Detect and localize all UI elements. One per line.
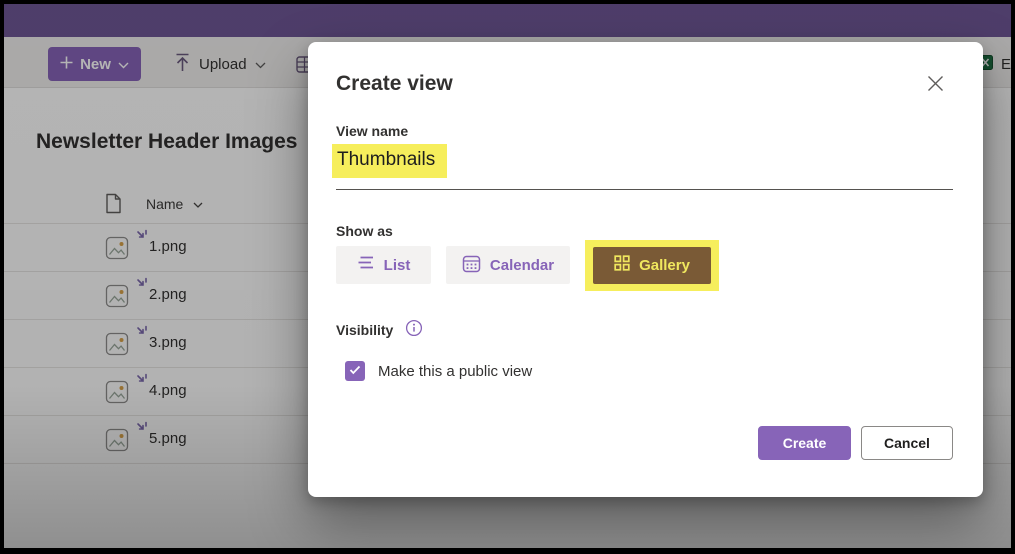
visibility-label: Visibility <box>336 319 423 340</box>
view-name-value: Thumbnails <box>332 144 447 178</box>
show-as-list-button[interactable]: List <box>336 246 431 284</box>
gallery-highlight: Gallery <box>585 240 719 291</box>
create-view-dialog: Create view View name Thumbnails Show as… <box>308 42 983 497</box>
create-button[interactable]: Create <box>758 426 851 460</box>
close-button[interactable] <box>921 71 949 99</box>
calendar-icon <box>462 254 481 277</box>
public-view-checkbox-label: Make this a public view <box>378 363 532 380</box>
show-as-calendar-button[interactable]: Calendar <box>446 246 570 284</box>
dialog-actions: Create Cancel <box>758 426 953 460</box>
show-as-options: List Calendar Gallery <box>336 246 719 284</box>
show-as-gallery-button[interactable]: Gallery <box>593 247 711 284</box>
visibility-info-button[interactable] <box>405 319 423 340</box>
gallery-icon <box>614 255 630 275</box>
view-name-input[interactable]: Thumbnails <box>336 150 953 190</box>
screenshot-frame: New Upload Ex Newsletter Header Images <box>0 0 1015 554</box>
public-view-checkbox-row[interactable]: Make this a public view <box>345 361 532 381</box>
public-view-checkbox[interactable] <box>345 361 365 381</box>
close-icon <box>926 74 945 96</box>
checkmark-icon <box>349 362 361 380</box>
view-name-label: View name <box>336 123 408 139</box>
list-icon <box>357 255 375 275</box>
cancel-button[interactable]: Cancel <box>861 426 953 460</box>
info-icon <box>405 319 423 340</box>
dialog-title: Create view <box>336 72 453 96</box>
show-as-label: Show as <box>336 223 393 239</box>
